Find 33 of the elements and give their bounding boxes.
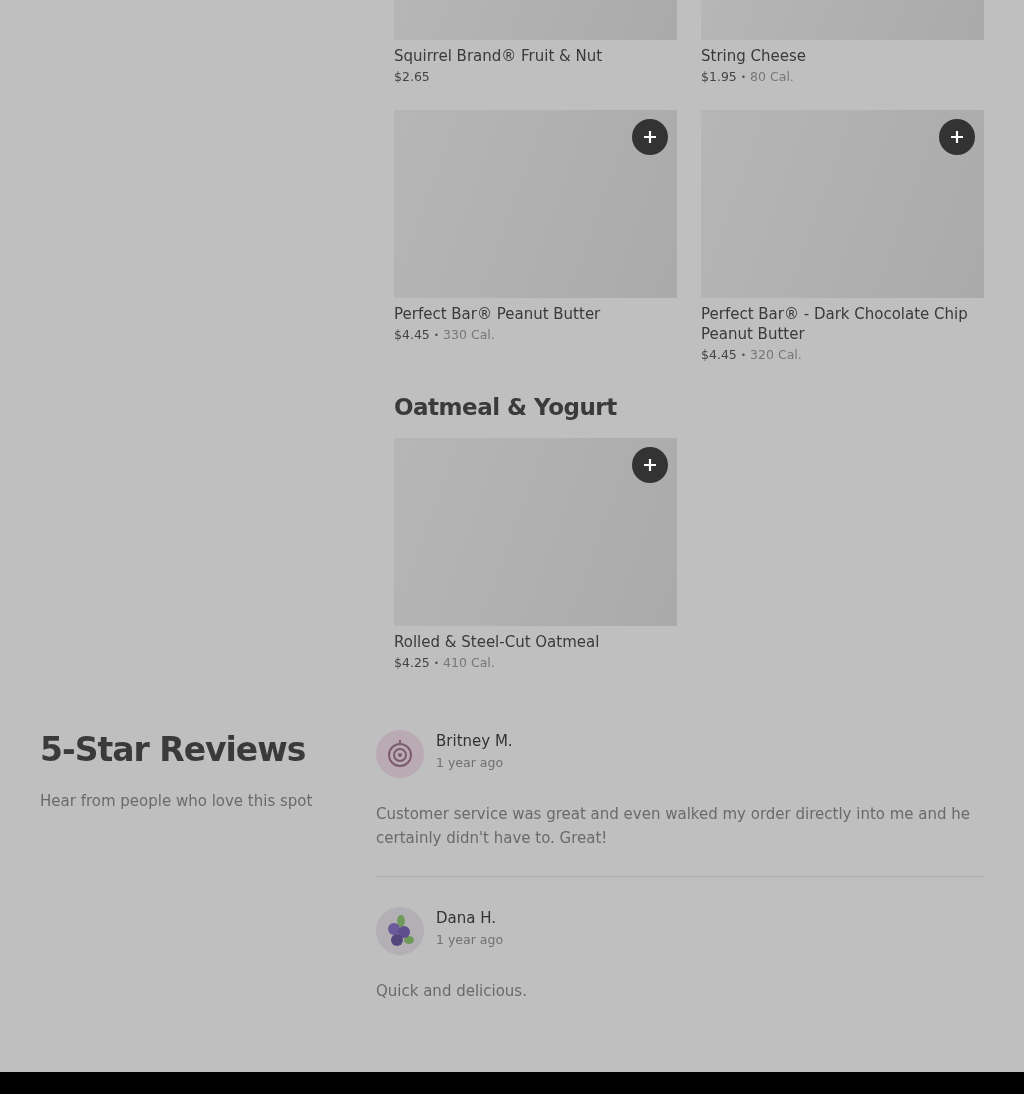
item-name: Perfect Bar® - Dark Chocolate Chip Peanut Butter bbox=[701, 304, 969, 344]
item-name: Perfect Bar® Peanut Butter bbox=[394, 304, 602, 324]
add-button[interactable] bbox=[632, 119, 668, 155]
reviewer-name: Britney M. bbox=[436, 731, 513, 752]
plus-icon bbox=[643, 130, 657, 144]
item-calories: 330 Cal. bbox=[443, 326, 495, 344]
item-name: Rolled & Steel-Cut Oatmeal bbox=[394, 632, 601, 652]
reviews-heading: 5-Star Reviews bbox=[40, 730, 307, 770]
item-name: String Cheese bbox=[701, 46, 807, 66]
plus-icon bbox=[950, 130, 964, 144]
review-text: Quick and delicious. bbox=[376, 981, 528, 1002]
item-price: $4.25 bbox=[394, 654, 430, 672]
separator-dot: • bbox=[740, 349, 747, 362]
review-text: Customer service was great and even walked my order directly into me and he certainly didn't have to. Great! bbox=[376, 804, 972, 849]
separator-dot: • bbox=[740, 71, 747, 84]
item-price: $1.95 bbox=[701, 68, 737, 86]
separator-dot: • bbox=[433, 329, 440, 342]
item-name: Squirrel Brand® Fruit & Nut bbox=[394, 46, 604, 66]
review-time: 1 year ago bbox=[436, 755, 505, 770]
item-price: $4.45 bbox=[394, 326, 430, 344]
item-price: $4.45 bbox=[701, 346, 737, 364]
add-button[interactable] bbox=[632, 447, 668, 483]
add-button[interactable] bbox=[939, 119, 975, 155]
item-calories: 320 Cal. bbox=[750, 346, 802, 364]
item-price: $2.65 bbox=[394, 68, 430, 86]
reviewer-name: Dana H. bbox=[436, 908, 497, 929]
item-calories: 80 Cal. bbox=[750, 68, 794, 86]
reviews-subtitle: Hear from people who love this spot bbox=[40, 792, 314, 810]
plus-icon bbox=[643, 458, 657, 472]
item-calories: 410 Cal. bbox=[443, 654, 495, 672]
section-heading: Oatmeal & Yogurt bbox=[394, 394, 618, 420]
review-time: 1 year ago bbox=[436, 932, 504, 947]
separator-dot: • bbox=[433, 657, 440, 670]
